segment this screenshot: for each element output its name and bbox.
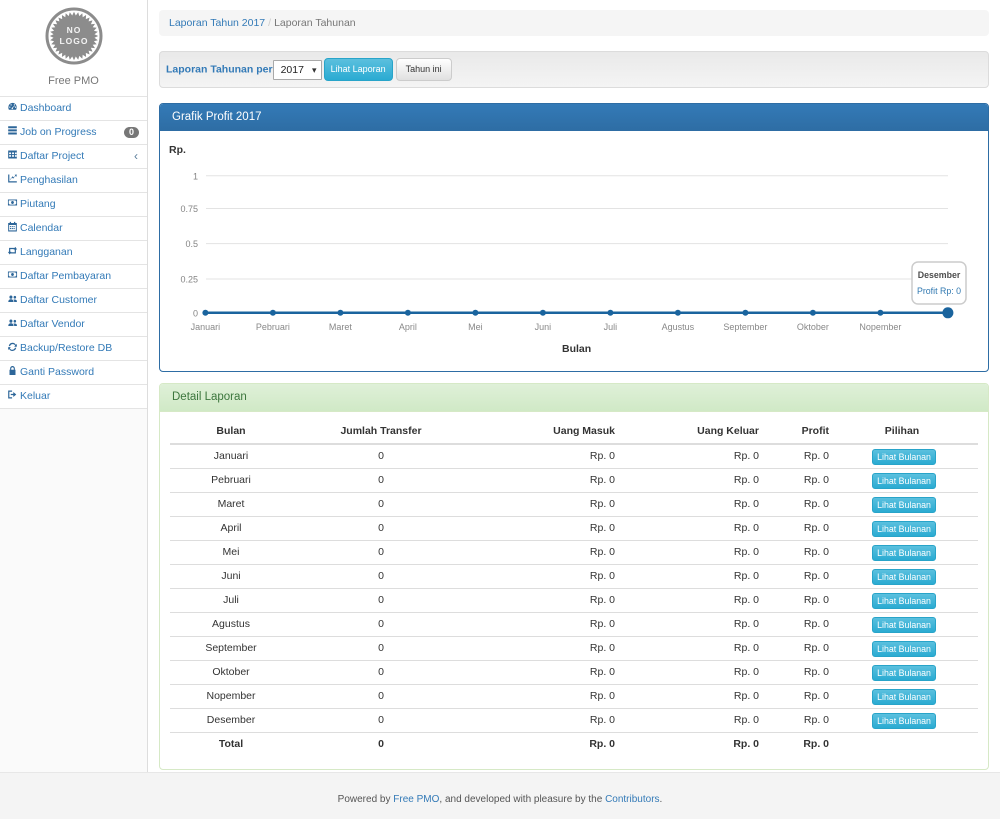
svg-text:Desember: Desember	[918, 270, 961, 280]
svg-text:Oktober: Oktober	[797, 322, 829, 332]
svg-text:0.75: 0.75	[180, 204, 198, 214]
svg-text:Profit Rp: 0: Profit Rp: 0	[917, 286, 961, 296]
svg-text:Maret: Maret	[329, 322, 353, 332]
svg-text:0: 0	[193, 308, 198, 318]
svg-text:NO: NO	[66, 25, 81, 35]
svg-text:0.5: 0.5	[185, 239, 198, 249]
svg-text:Pebruari: Pebruari	[256, 322, 290, 332]
svg-text:Nopember: Nopember	[859, 322, 901, 332]
svg-text:1: 1	[193, 171, 198, 181]
svg-text:Rp.: Rp.	[169, 144, 186, 156]
svg-text:LOGO: LOGO	[59, 36, 88, 46]
svg-text:September: September	[723, 322, 767, 332]
svg-text:Januari: Januari	[191, 322, 221, 332]
svg-text:April: April	[399, 322, 417, 332]
svg-text:Agustus: Agustus	[662, 322, 695, 332]
svg-text:Juni: Juni	[535, 322, 552, 332]
svg-text:0.25: 0.25	[180, 275, 198, 285]
svg-text:Bulan: Bulan	[562, 343, 591, 355]
svg-text:Mei: Mei	[468, 322, 483, 332]
svg-text:Juli: Juli	[604, 322, 618, 332]
